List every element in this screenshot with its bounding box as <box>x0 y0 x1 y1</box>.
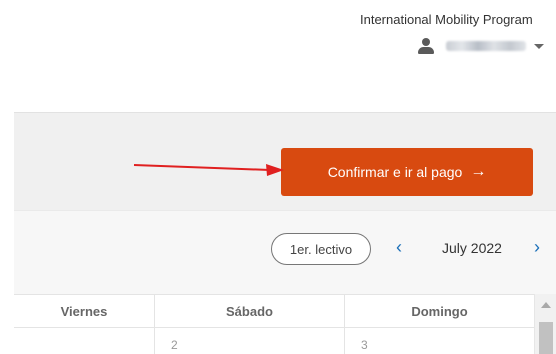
calendar-day-cell[interactable]: 2 <box>154 328 344 354</box>
day-header-saturday: Sábado <box>154 295 344 327</box>
calendar-header-row: Viernes Sábado Domingo <box>14 294 534 328</box>
program-name: International Mobility Program <box>300 12 556 27</box>
user-icon <box>418 38 434 54</box>
calendar-day-cell[interactable] <box>14 328 154 354</box>
chevron-left-icon[interactable]: ‹ <box>396 237 402 258</box>
page-header: International Mobility Program <box>0 0 556 112</box>
scroll-thumb[interactable] <box>539 322 553 354</box>
vertical-scrollbar[interactable] <box>534 294 556 354</box>
calendar-nav: 1er. lectivo ‹ July 2022 › <box>14 210 556 294</box>
chevron-down-icon[interactable] <box>534 43 544 49</box>
scroll-up-icon[interactable] <box>541 302 551 308</box>
day-header-friday: Viernes <box>60 303 108 319</box>
program-name-text: International Mobility Program <box>360 12 533 27</box>
chevron-right-icon[interactable]: › <box>534 237 540 258</box>
confirm-button-label: Confirmar e ir al pago <box>327 164 463 180</box>
month-label: July 2022 <box>442 240 502 256</box>
user-name-blurred <box>446 41 526 51</box>
term-selector-button[interactable]: 1er. lectivo <box>271 233 371 265</box>
user-menu[interactable] <box>418 37 544 55</box>
calendar-grid: Viernes Sábado Domingo 2 3 <box>14 294 556 354</box>
arrow-right-icon: → <box>470 163 487 180</box>
day-header-sunday: Domingo <box>344 295 534 327</box>
calendar-day-cell[interactable]: 3 <box>344 328 534 354</box>
calendar-week-row: 2 3 <box>14 328 534 354</box>
confirm-and-pay-button[interactable]: Confirmar e ir al pago → <box>281 148 533 196</box>
annotation-arrow <box>133 164 284 176</box>
